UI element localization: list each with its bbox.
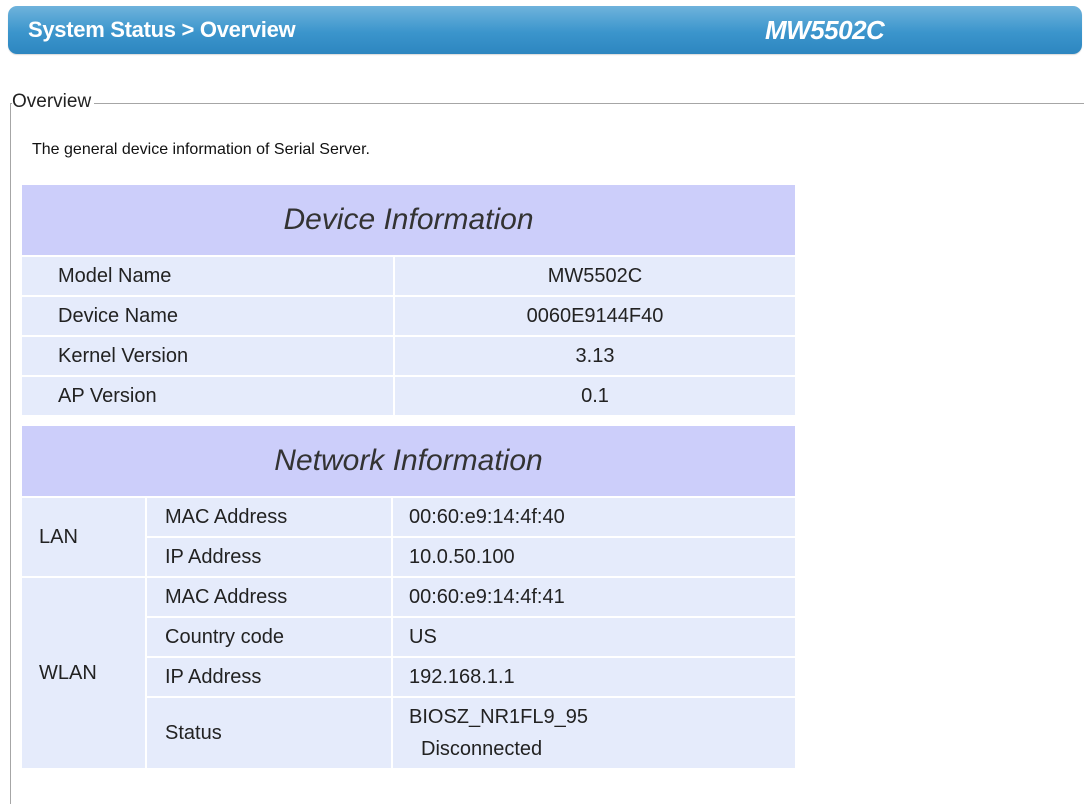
lan-ip-value: 10.0.50.100 xyxy=(393,538,795,578)
table-row: Kernel Version 3.13 xyxy=(22,337,795,377)
kernel-version-value: 3.13 xyxy=(395,337,795,377)
header-bar: System Status > Overview MW5502C xyxy=(8,6,1082,54)
wlan-mac-label: MAC Address xyxy=(147,578,393,618)
lan-mac-value: 00:60:e9:14:4f:40 xyxy=(393,498,795,538)
network-information-title: Network Information xyxy=(22,426,795,498)
overview-legend: Overview xyxy=(12,91,95,113)
wlan-label: WLAN xyxy=(22,578,147,770)
ap-version-value: 0.1 xyxy=(395,377,795,417)
wlan-mac-value: 00:60:e9:14:4f:41 xyxy=(393,578,795,618)
kernel-version-label: Kernel Version xyxy=(22,337,395,377)
device-information-title: Device Information xyxy=(22,185,795,257)
wlan-country-label: Country code xyxy=(147,618,393,658)
overview-description: The general device information of Serial… xyxy=(32,141,370,158)
wlan-status-state: Disconnected xyxy=(421,738,543,760)
table-row: Model Name MW5502C xyxy=(22,257,795,297)
network-information-table: Network Information LAN MAC Address 00:6… xyxy=(22,426,795,770)
lan-label: LAN xyxy=(22,498,147,578)
wlan-status-label: Status xyxy=(147,698,393,770)
table-row: WLAN MAC Address 00:60:e9:14:4f:41 xyxy=(22,578,795,770)
breadcrumb: System Status > Overview xyxy=(28,17,296,42)
device-information-table: Device Information Model Name MW5502C De… xyxy=(22,185,795,417)
lan-ip-label: IP Address xyxy=(147,538,393,578)
wlan-status-value: BIOSZ_NR1FL9_95 Disconnected xyxy=(393,698,795,770)
wlan-country-value: US xyxy=(393,618,795,658)
ap-version-label: AP Version xyxy=(22,377,395,417)
wlan-ip-label: IP Address xyxy=(147,658,393,698)
lan-mac-label: MAC Address xyxy=(147,498,393,538)
table-row: LAN MAC Address 00:60:e9:14:4f:40 xyxy=(22,498,795,578)
table-row: AP Version 0.1 xyxy=(22,377,795,417)
table-row: Device Name 0060E9144F40 xyxy=(22,297,795,337)
wlan-ip-value: 192.168.1.1 xyxy=(393,658,795,698)
wlan-status-ssid: BIOSZ_NR1FL9_95 xyxy=(409,706,588,728)
device-name-label: Device Name xyxy=(22,297,395,337)
model-name-label: Model Name xyxy=(22,257,395,297)
model-name-value: MW5502C xyxy=(395,257,795,297)
device-name-value: 0060E9144F40 xyxy=(395,297,795,337)
model-title: MW5502C xyxy=(765,15,885,45)
